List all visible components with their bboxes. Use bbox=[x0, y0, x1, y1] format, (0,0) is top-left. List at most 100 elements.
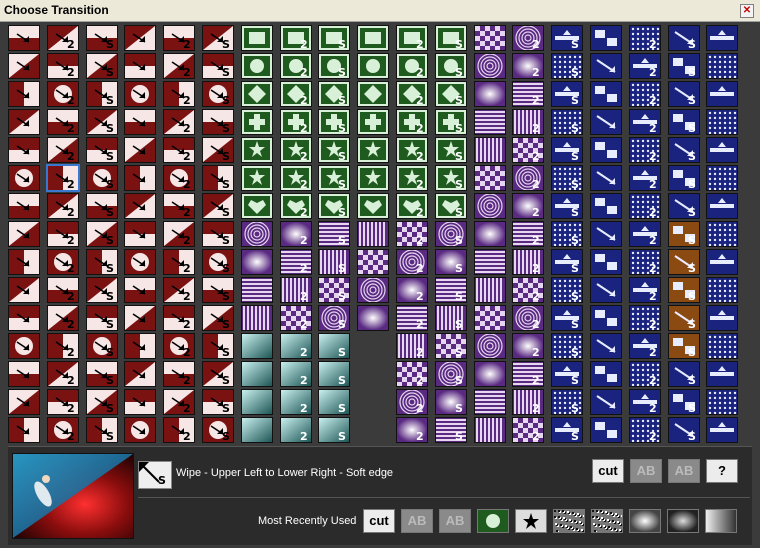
pattern-transition-tile[interactable]: 2 bbox=[512, 165, 544, 191]
wipe-transition-tile[interactable]: S bbox=[86, 389, 118, 415]
shape-transition-tile[interactable]: 2 bbox=[280, 81, 312, 107]
special-transition-tile[interactable] bbox=[706, 53, 738, 79]
teal-transition-tile[interactable]: S bbox=[318, 361, 350, 387]
wipe-transition-tile[interactable] bbox=[124, 81, 156, 107]
pattern-transition-tile[interactable] bbox=[474, 193, 506, 219]
special-transition-tile[interactable]: S bbox=[551, 137, 583, 163]
shape-transition-tile[interactable]: 2 bbox=[396, 25, 428, 51]
special-transition-tile[interactable] bbox=[706, 221, 738, 247]
wipe-transition-tile[interactable] bbox=[124, 277, 156, 303]
teal-transition-tile[interactable] bbox=[241, 417, 273, 443]
pattern-transition-tile[interactable]: S bbox=[318, 305, 350, 331]
wipe-transition-tile[interactable] bbox=[124, 249, 156, 275]
wipe-transition-tile[interactable]: 2 bbox=[47, 361, 79, 387]
shape-transition-tile[interactable]: 2 bbox=[396, 165, 428, 191]
wipe-transition-tile[interactable]: S bbox=[202, 165, 234, 191]
wipe-transition-tile[interactable]: S bbox=[202, 361, 234, 387]
wipe-transition-tile[interactable]: S bbox=[202, 333, 234, 359]
special-transition-tile[interactable] bbox=[706, 137, 738, 163]
shape-transition-tile[interactable] bbox=[241, 109, 273, 135]
shape-transition-tile[interactable]: 2 bbox=[280, 137, 312, 163]
pattern-transition-tile[interactable] bbox=[241, 249, 273, 275]
shape-transition-tile[interactable]: S bbox=[318, 109, 350, 135]
special-transition-tile[interactable] bbox=[706, 417, 738, 443]
wipe-transition-tile[interactable]: 2 bbox=[163, 81, 195, 107]
wipe-transition-tile[interactable]: S bbox=[202, 81, 234, 107]
pattern-transition-tile[interactable]: 2 bbox=[512, 277, 544, 303]
pattern-transition-tile[interactable]: 2 bbox=[512, 361, 544, 387]
special-transition-tile[interactable]: 2 bbox=[629, 277, 661, 303]
pattern-transition-tile[interactable]: S bbox=[435, 361, 467, 387]
special-transition-tile[interactable]: 2 bbox=[629, 109, 661, 135]
shape-transition-tile[interactable] bbox=[241, 193, 273, 219]
special-transition-tile[interactable]: S bbox=[668, 193, 700, 219]
mru-item-circle[interactable] bbox=[477, 509, 509, 533]
special-transition-tile[interactable]: 2 bbox=[629, 333, 661, 359]
pattern-transition-tile[interactable] bbox=[474, 109, 506, 135]
shape-transition-tile[interactable]: S bbox=[318, 165, 350, 191]
wipe-transition-tile[interactable] bbox=[124, 389, 156, 415]
pattern-transition-tile[interactable] bbox=[474, 25, 506, 51]
shape-transition-tile[interactable]: S bbox=[435, 53, 467, 79]
special-transition-tile[interactable] bbox=[590, 53, 622, 79]
special-transition-tile[interactable] bbox=[706, 277, 738, 303]
wipe-transition-tile[interactable] bbox=[124, 137, 156, 163]
wipe-transition-tile[interactable] bbox=[8, 193, 40, 219]
wipe-transition-tile[interactable] bbox=[8, 165, 40, 191]
teal-transition-tile[interactable]: 2 bbox=[280, 389, 312, 415]
wipe-transition-tile[interactable]: 2 bbox=[163, 277, 195, 303]
wipe-transition-tile[interactable]: 2 bbox=[163, 305, 195, 331]
wipe-transition-tile[interactable]: 2 bbox=[163, 53, 195, 79]
pattern-transition-tile[interactable]: 2 bbox=[512, 221, 544, 247]
shape-transition-tile[interactable]: 2 bbox=[396, 137, 428, 163]
pattern-transition-tile[interactable] bbox=[474, 221, 506, 247]
special-transition-tile[interactable]: S bbox=[551, 389, 583, 415]
pattern-transition-tile[interactable]: S bbox=[318, 249, 350, 275]
shape-transition-tile[interactable] bbox=[357, 109, 389, 135]
pattern-transition-tile[interactable]: 2 bbox=[396, 389, 428, 415]
special-transition-tile[interactable]: S bbox=[551, 277, 583, 303]
special-transition-tile[interactable] bbox=[590, 25, 622, 51]
mru-item-ab-soft[interactable]: AB bbox=[439, 509, 471, 533]
pattern-transition-tile[interactable]: S bbox=[435, 333, 467, 359]
special-transition-tile[interactable]: 2 bbox=[629, 361, 661, 387]
pattern-transition-tile[interactable]: 2 bbox=[396, 221, 428, 247]
wipe-transition-tile[interactable]: S bbox=[86, 25, 118, 51]
shape-transition-tile[interactable]: S bbox=[318, 53, 350, 79]
teal-transition-tile[interactable]: S bbox=[318, 417, 350, 443]
wipe-transition-tile[interactable]: S bbox=[86, 165, 118, 191]
special-transition-tile[interactable] bbox=[706, 361, 738, 387]
special-transition-tile[interactable]: S bbox=[551, 333, 583, 359]
shape-transition-tile[interactable]: S bbox=[318, 193, 350, 219]
pattern-transition-tile[interactable]: 2 bbox=[280, 277, 312, 303]
pattern-transition-tile[interactable]: S bbox=[435, 389, 467, 415]
teal-transition-tile[interactable] bbox=[241, 333, 273, 359]
wipe-transition-tile[interactable]: S bbox=[86, 249, 118, 275]
special-transition-tile[interactable] bbox=[706, 25, 738, 51]
shape-transition-tile[interactable]: 2 bbox=[396, 81, 428, 107]
wipe-transition-tile[interactable] bbox=[124, 25, 156, 51]
ab-button[interactable]: AB bbox=[630, 459, 662, 483]
special-transition-tile[interactable] bbox=[590, 137, 622, 163]
wipe-transition-tile[interactable] bbox=[8, 333, 40, 359]
shape-transition-tile[interactable] bbox=[357, 165, 389, 191]
special-transition-tile[interactable] bbox=[706, 193, 738, 219]
pattern-transition-tile[interactable]: 2 bbox=[512, 333, 544, 359]
pattern-transition-tile[interactable]: 2 bbox=[280, 249, 312, 275]
wipe-transition-tile[interactable]: S bbox=[202, 109, 234, 135]
wipe-transition-tile[interactable] bbox=[8, 389, 40, 415]
wipe-transition-tile[interactable]: 2 bbox=[163, 221, 195, 247]
mru-item-radial[interactable] bbox=[667, 509, 699, 533]
wipe-transition-tile[interactable] bbox=[8, 81, 40, 107]
pattern-transition-tile[interactable]: 2 bbox=[512, 417, 544, 443]
wipe-transition-tile[interactable]: S bbox=[86, 193, 118, 219]
pattern-transition-tile[interactable] bbox=[241, 305, 273, 331]
wipe-transition-tile[interactable]: S bbox=[202, 249, 234, 275]
mru-item-ab[interactable]: AB bbox=[401, 509, 433, 533]
wipe-transition-tile[interactable] bbox=[8, 137, 40, 163]
pattern-transition-tile[interactable] bbox=[474, 417, 506, 443]
shape-transition-tile[interactable] bbox=[357, 53, 389, 79]
wipe-transition-tile[interactable]: S bbox=[86, 81, 118, 107]
special-transition-tile[interactable]: 2 bbox=[629, 305, 661, 331]
pattern-transition-tile[interactable] bbox=[357, 305, 389, 331]
